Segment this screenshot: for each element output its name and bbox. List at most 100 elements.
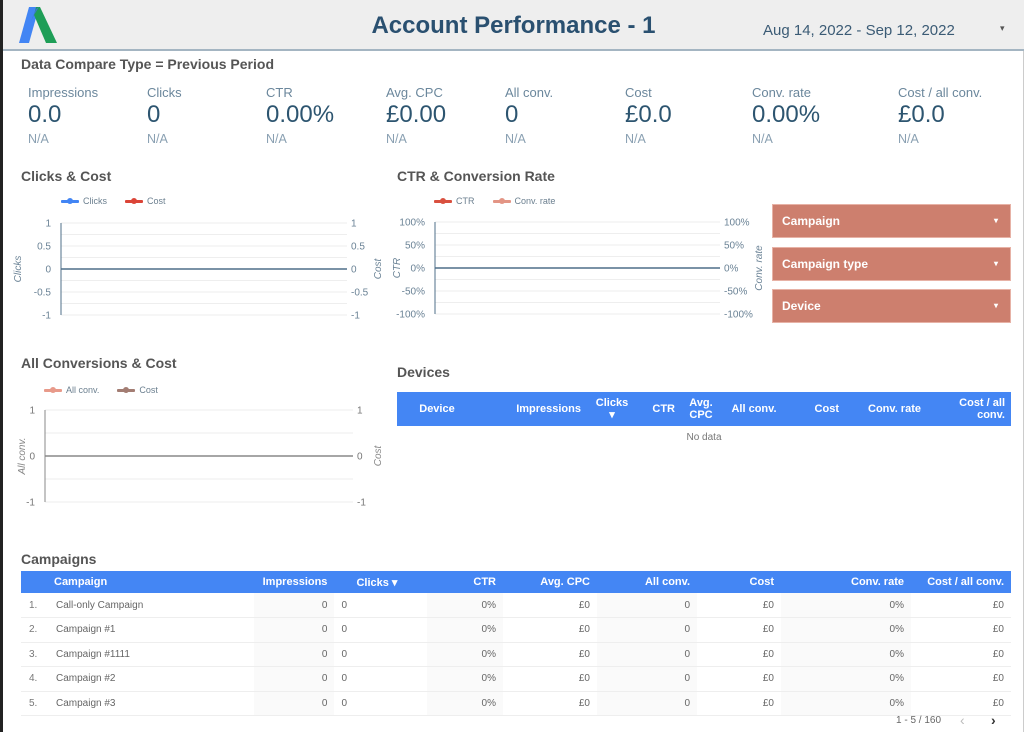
chevron-down-icon: ▾ — [993, 259, 998, 268]
col-conv-rate[interactable]: Conv. rate — [845, 392, 927, 426]
row-index: 1. — [21, 593, 49, 618]
col-avg-cpc[interactable]: Avg. CPC — [681, 392, 721, 426]
chart-title-clicks-cost: Clicks & Cost — [21, 168, 112, 184]
campaign-name[interactable]: Campaign #2 — [49, 666, 255, 692]
col-device[interactable]: Device — [397, 392, 477, 426]
col-ctr[interactable]: CTR — [637, 392, 681, 426]
kpi-label: Cost / all conv. — [898, 85, 983, 100]
col-cost-per-conv[interactable]: Cost / all conv. — [911, 571, 1011, 593]
kpi-value: £0.0 — [625, 101, 672, 128]
compare-type-label: Data Compare Type = Previous Period — [21, 56, 274, 72]
cell-avg-cpc: £0 — [503, 642, 597, 667]
col-campaign[interactable]: Campaign — [21, 571, 255, 593]
filter-campaign[interactable]: Campaign ▾ — [772, 204, 1011, 238]
cell-ctr: 0% — [427, 642, 503, 667]
legend-swatch — [61, 197, 79, 204]
next-page-button[interactable]: › — [991, 712, 996, 728]
devices-title: Devices — [397, 364, 450, 380]
campaign-name[interactable]: Call-only Campaign — [49, 593, 255, 618]
chevron-down-icon: ▾ — [993, 216, 998, 225]
legend-swatch — [44, 386, 62, 393]
kpi-label: Avg. CPC — [386, 85, 443, 100]
row-index: 5. — [21, 691, 49, 716]
report-page: Account Performance - 1 Aug 14, 2022 - S… — [0, 0, 1024, 732]
cell-all-conv: 0 — [597, 617, 697, 643]
kpi-label: Conv. rate — [752, 85, 812, 100]
cell-cost-per-conv: £0 — [911, 666, 1011, 692]
y-axis-title: All conv. — [17, 437, 28, 475]
row-index: 3. — [21, 642, 49, 667]
legend-item-conv-rate[interactable]: Conv. rate — [492, 196, 555, 206]
filter-device[interactable]: Device ▾ — [772, 289, 1011, 323]
col-avg-cpc[interactable]: Avg. CPC — [503, 571, 597, 593]
kpi-compare: N/A — [266, 132, 287, 146]
col-cost[interactable]: Cost — [697, 571, 781, 593]
cell-all-conv: 0 — [597, 642, 697, 667]
campaign-name[interactable]: Campaign #1111 — [49, 642, 255, 667]
chevron-down-icon: ▾ — [993, 301, 998, 310]
filter-campaign-type[interactable]: Campaign type ▾ — [772, 247, 1011, 281]
col-cost-per-conv[interactable]: Cost / all conv. — [927, 392, 1011, 426]
table-row[interactable]: 2. Campaign #1 0 0 0% £0 0 £0 0% £0 — [21, 617, 1011, 643]
y2-tick-label: 50% — [724, 241, 744, 252]
chart-legend-ctr-conv-rate: CTR Conv. rate — [434, 196, 555, 206]
y-tick-label: -50% — [402, 287, 425, 298]
kpi-compare: N/A — [898, 132, 919, 146]
legend-item-all-conv[interactable]: All conv. — [44, 385, 99, 395]
table-row[interactable]: 5. Campaign #3 0 0 0% £0 0 £0 0% £0 — [21, 691, 1011, 716]
col-all-conv[interactable]: All conv. — [597, 571, 697, 593]
legend-swatch — [492, 197, 511, 204]
kpi-compare: N/A — [505, 132, 526, 146]
col-clicks[interactable]: Clicks ▾ — [587, 392, 637, 426]
cell-conv-rate: 0% — [781, 691, 911, 716]
col-ctr[interactable]: CTR — [427, 571, 503, 593]
y2-tick-label: 0 — [357, 452, 363, 463]
y-tick-label: -1 — [42, 311, 51, 322]
kpi-value: 0 — [147, 101, 161, 128]
col-all-conv[interactable]: All conv. — [721, 392, 787, 426]
cell-ctr: 0% — [427, 666, 503, 692]
cell-avg-cpc: £0 — [503, 666, 597, 692]
campaign-name[interactable]: Campaign #1 — [49, 617, 255, 643]
cell-impressions: 0 — [254, 617, 335, 643]
date-range-picker[interactable]: Aug 14, 2022 - Sep 12, 2022 ▾ — [763, 22, 1013, 44]
cell-cost: £0 — [697, 617, 781, 643]
kpi-value: 0.00% — [752, 101, 821, 128]
y-axis-title: CTR — [392, 258, 403, 279]
kpi-compare: N/A — [752, 132, 773, 146]
cell-impressions: 0 — [254, 691, 335, 716]
y2-axis-title: Conv. rate — [754, 245, 765, 291]
previous-page-button[interactable]: ‹ — [960, 712, 965, 728]
y-tick-label: -0.5 — [34, 288, 52, 299]
kpi-cost: Cost £0.0 N/A — [625, 85, 745, 146]
col-cost[interactable]: Cost — [787, 392, 845, 426]
y2-tick-label: 1 — [351, 219, 357, 230]
campaign-name[interactable]: Campaign #3 — [49, 691, 255, 716]
table-row[interactable]: 4. Campaign #2 0 0 0% £0 0 £0 0% £0 — [21, 666, 1011, 692]
kpi-impressions: Impressions 0.0 N/A — [28, 85, 148, 146]
legend-item-ctr[interactable]: CTR — [434, 196, 475, 206]
y2-tick-label: 0 — [351, 265, 357, 276]
row-index: 2. — [21, 617, 49, 643]
col-conv-rate[interactable]: Conv. rate — [781, 571, 911, 593]
col-impressions[interactable]: Impressions — [477, 392, 587, 426]
legend-item-cost[interactable]: Cost — [125, 196, 166, 206]
chevron-down-icon: ▾ — [1000, 23, 1005, 33]
col-clicks[interactable]: Clicks ▾ — [334, 571, 427, 593]
legend-item-clicks[interactable]: Clicks — [61, 196, 107, 206]
col-impressions[interactable]: Impressions — [254, 571, 335, 593]
legend-item-cost[interactable]: Cost — [117, 385, 158, 395]
table-header-row: Device Impressions Clicks ▾ CTR Avg. CPC… — [397, 392, 1011, 426]
cell-cost: £0 — [697, 691, 781, 716]
table-row[interactable]: 3. Campaign #1111 0 0 0% £0 0 £0 0% £0 — [21, 642, 1011, 667]
kpi-label: Cost — [625, 85, 652, 100]
cell-conv-rate: 0% — [781, 666, 911, 692]
chart-title-ctr-conv-rate: CTR & Conversion Rate — [397, 168, 555, 184]
table-row[interactable]: 1. Call-only Campaign 0 0 0% £0 0 £0 0% £0 — [21, 593, 1011, 618]
cell-avg-cpc: £0 — [503, 617, 597, 643]
cell-clicks: 0 — [334, 666, 427, 692]
y-tick-label: 100% — [399, 218, 425, 229]
filter-label: Campaign type — [782, 257, 869, 271]
cell-clicks: 0 — [334, 691, 427, 716]
cell-avg-cpc: £0 — [503, 691, 597, 716]
